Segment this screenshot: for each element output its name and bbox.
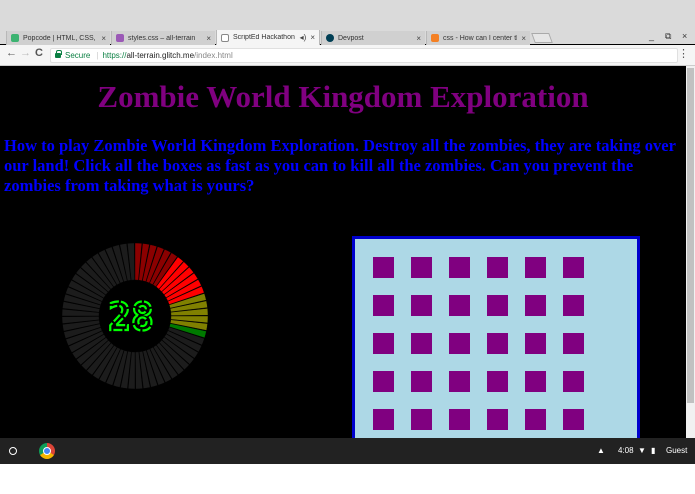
minimize-icon[interactable]: _: [649, 31, 654, 41]
zombie-box[interactable]: [563, 257, 584, 278]
zombie-box[interactable]: [449, 409, 470, 430]
zombie-box[interactable]: [563, 295, 584, 316]
url-host: all-terrain.glitch.me: [126, 51, 195, 60]
page-title: Zombie World Kingdom Exploration: [97, 79, 589, 114]
clock[interactable]: 4:08: [618, 446, 634, 455]
tab-stackoverflow[interactable]: css - How can I center th ×: [426, 31, 530, 45]
stackoverflow-favicon-icon: [431, 34, 439, 42]
os-shelf: ▲ 4:08 ▼ ▮ Guest: [0, 438, 695, 464]
tab-title: styles.css – all-terrain: [128, 34, 196, 42]
zombie-box[interactable]: [373, 257, 394, 278]
zombie-box[interactable]: [487, 409, 508, 430]
tab-styles[interactable]: styles.css – all-terrain ×: [111, 31, 215, 45]
zombie-game-board: [352, 236, 640, 438]
zombie-box[interactable]: [411, 333, 432, 354]
chrome-icon[interactable]: [39, 443, 55, 459]
close-tab-icon[interactable]: ×: [310, 33, 315, 42]
menu-icon[interactable]: ⋮: [678, 47, 689, 60]
url-path: /index.html: [194, 51, 233, 60]
zombie-box[interactable]: [487, 257, 508, 278]
launcher-icon[interactable]: [9, 447, 17, 455]
zombie-box[interactable]: [373, 333, 394, 354]
restore-icon[interactable]: ⧉: [665, 31, 671, 42]
tab-scripted-hackathon[interactable]: ScriptEd Hackathon ◂) ×: [216, 30, 320, 45]
zombie-box[interactable]: [563, 371, 584, 392]
secure-label: Secure: [65, 51, 91, 60]
separator: |: [96, 51, 99, 60]
zombie-box[interactable]: [411, 295, 432, 316]
tab-title: Popcode | HTML, CSS, a: [23, 34, 98, 42]
back-icon[interactable]: ←: [6, 47, 17, 59]
devpost-favicon-icon: [326, 34, 334, 42]
glitch-favicon-icon: [116, 34, 124, 42]
user-label[interactable]: Guest: [666, 446, 687, 455]
audio-icon: ◂): [299, 33, 307, 42]
zombie-box[interactable]: [487, 371, 508, 392]
battery-icon[interactable]: ▮: [651, 446, 655, 455]
zombie-box[interactable]: [449, 333, 470, 354]
zombie-box[interactable]: [525, 333, 546, 354]
zombie-box[interactable]: [525, 257, 546, 278]
tab-popcode[interactable]: Popcode | HTML, CSS, a ×: [6, 31, 110, 45]
zombie-box[interactable]: [373, 371, 394, 392]
scrollbar[interactable]: [686, 66, 695, 438]
zombie-box[interactable]: [449, 257, 470, 278]
browser-toolbar: ← → C Secure | https:// all-terrain.glit…: [0, 45, 695, 66]
tab-devpost[interactable]: Devpost ×: [321, 31, 425, 45]
zombie-box[interactable]: [449, 371, 470, 392]
popcode-favicon-icon: [11, 34, 19, 42]
tab-strip: Popcode | HTML, CSS, a × styles.css – al…: [0, 0, 695, 45]
zombie-box[interactable]: [487, 295, 508, 316]
countdown-timer: 28: [61, 242, 209, 390]
close-tab-icon[interactable]: ×: [101, 34, 106, 43]
close-tab-icon[interactable]: ×: [521, 34, 526, 43]
below-screen: [0, 464, 695, 494]
zombie-box[interactable]: [373, 295, 394, 316]
notification-icon[interactable]: ▲: [597, 446, 605, 455]
zombie-box[interactable]: [449, 295, 470, 316]
page-viewport: Zombie World Kingdom Exploration How to …: [0, 66, 686, 438]
forward-icon[interactable]: →: [20, 47, 31, 59]
lock-icon: [55, 50, 62, 58]
zombie-box[interactable]: [525, 295, 546, 316]
tab-title: Devpost: [338, 34, 364, 42]
timer-digits: 28: [108, 295, 154, 339]
zombie-box[interactable]: [563, 409, 584, 430]
zombie-box[interactable]: [411, 409, 432, 430]
address-bar[interactable]: Secure | https:// all-terrain.glitch.me …: [50, 48, 678, 63]
zombie-box[interactable]: [411, 371, 432, 392]
zombie-box[interactable]: [525, 371, 546, 392]
url-scheme: https://: [102, 51, 127, 60]
reload-icon[interactable]: C: [35, 47, 43, 59]
close-window-icon[interactable]: ×: [682, 31, 687, 41]
wifi-icon[interactable]: ▼: [638, 446, 646, 455]
zombie-box[interactable]: [487, 333, 508, 354]
tab-title: css - How can I center th: [443, 34, 518, 42]
new-tab-button[interactable]: [531, 33, 553, 43]
close-tab-icon[interactable]: ×: [416, 34, 421, 43]
close-tab-icon[interactable]: ×: [206, 34, 211, 43]
page-favicon-icon: [221, 33, 229, 42]
zombie-box[interactable]: [563, 333, 584, 354]
zombie-box[interactable]: [373, 409, 394, 430]
zombie-box[interactable]: [411, 257, 432, 278]
zombie-box[interactable]: [525, 409, 546, 430]
tab-title: ScriptEd Hackathon: [233, 34, 295, 41]
scrollbar-thumb[interactable]: [687, 68, 694, 403]
game-instructions: How to play Zombie World Kingdom Explora…: [4, 136, 676, 195]
